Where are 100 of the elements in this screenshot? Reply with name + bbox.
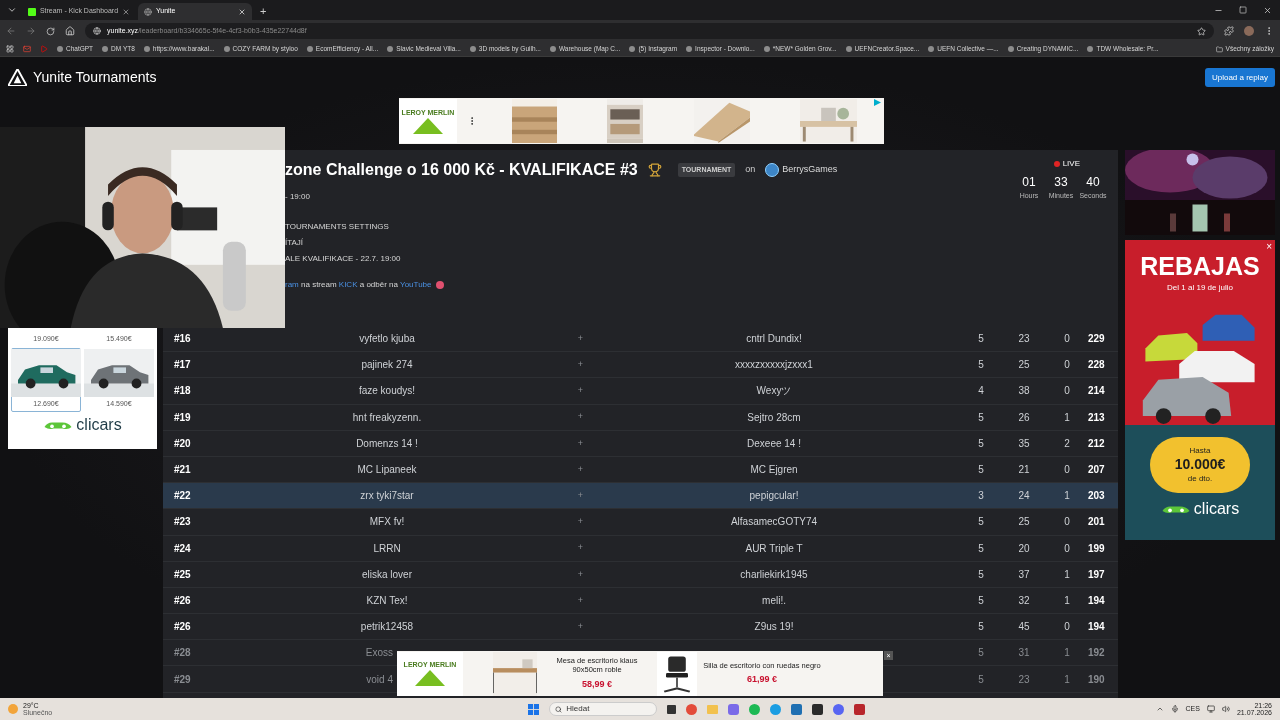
plus-sign: + [577, 384, 584, 398]
browser-icon[interactable] [686, 703, 698, 715]
task-view-icon[interactable] [667, 704, 677, 714]
monitor-icon[interactable] [1206, 705, 1215, 713]
close-icon[interactable] [1263, 5, 1272, 15]
maximize-icon[interactable] [1239, 6, 1247, 14]
close-icon[interactable] [238, 7, 246, 16]
table-cell-text: 0 [1064, 358, 1070, 373]
search-field[interactable]: Hledat [566, 703, 647, 715]
tray-chevron-icon[interactable] [1155, 705, 1164, 713]
text-link[interactable]: YouTube [400, 280, 432, 289]
favicon-icon [629, 46, 636, 52]
upload-button[interactable]: Upload a replay [1204, 68, 1275, 87]
store-icon[interactable] [791, 703, 803, 715]
favicon-icon [143, 46, 150, 52]
microphone-icon[interactable] [1170, 705, 1179, 713]
score-cell-text: 197 [1088, 567, 1106, 582]
player-name: Exoss [365, 646, 393, 661]
player-name: pajinek 274 [361, 358, 413, 373]
table-cell-text: 37 [1018, 567, 1030, 582]
host-name[interactable]: BerrysGames [782, 163, 838, 177]
back-icon[interactable] [6, 26, 16, 36]
close-button[interactable]: × [1266, 242, 1272, 252]
player-name: pepigcular! [749, 489, 799, 504]
table-cell-text: 5 [978, 567, 984, 582]
bookmark-star-icon[interactable] [1197, 26, 1206, 36]
table-cell-text: 25 [1018, 515, 1030, 530]
player-name: petrik12458 [360, 620, 414, 635]
plus-sign: + [577, 436, 584, 450]
brand-name: clicars [76, 417, 122, 433]
close-icon[interactable] [122, 7, 130, 16]
table-cell-text: 1 [1064, 410, 1070, 425]
table-cell-text: 5 [978, 463, 984, 478]
kick-logo-icon [28, 7, 36, 16]
product-price: 58,99 € [582, 677, 612, 691]
site-logo-text: Yunite Tournaments [33, 68, 157, 87]
site-info-icon [93, 27, 101, 35]
favicon-icon [223, 46, 230, 52]
description-line: TOURNAMENTS SETTINGS [285, 221, 390, 233]
plus-sign: + [577, 619, 584, 633]
new-tab-button[interactable]: + [254, 3, 273, 20]
table-cell-text: 5 [978, 410, 984, 425]
player-name: Z9us 19! [754, 620, 794, 635]
table-cell-text: 4 [978, 384, 984, 399]
tab-list-icon[interactable] [7, 5, 17, 15]
chat-app-icon[interactable] [833, 703, 845, 715]
countdown-value: 40 [1086, 174, 1100, 191]
rank-cell-text: #18 [173, 384, 192, 399]
player-name: eliska lover [362, 567, 412, 582]
ad-panel[interactable]: REBAJAS Del 1 al 19 de julio Hasta 10.000€ de dto. clicars × [1125, 240, 1275, 540]
rank-cell-text: #28 [173, 646, 192, 661]
player-name: vyfetlo kjuba [359, 332, 415, 347]
ad-info-icon[interactable] [874, 99, 881, 106]
reload-icon[interactable] [46, 26, 55, 36]
rank-cell-text: #26 [173, 593, 192, 608]
table-cell-text: 5 [978, 620, 984, 635]
extensions-icon[interactable] [1224, 26, 1234, 36]
table-cell-text: 25 [1018, 358, 1030, 373]
table-cell-text: 26 [1018, 410, 1030, 425]
table-cell-text: 45 [1018, 620, 1030, 635]
forward-icon[interactable] [26, 26, 36, 36]
score-cell-text: 203 [1088, 489, 1106, 504]
player-name: AUR Triple T [745, 541, 803, 556]
table-cell-text: 1 [1064, 489, 1070, 504]
home-icon[interactable] [65, 26, 75, 36]
volume-icon[interactable] [1221, 705, 1230, 713]
player-name: cntrl Dundix! [746, 332, 802, 347]
text-link[interactable]: ram [285, 280, 301, 289]
favicon-icon [763, 46, 770, 52]
plus-sign: + [577, 515, 584, 529]
plus-sign: + [577, 488, 584, 502]
app-icon[interactable] [812, 703, 824, 715]
favicon-icon [845, 46, 852, 52]
countdown-value: 33 [1054, 174, 1068, 191]
favicon-icon [549, 46, 556, 52]
apps-icon[interactable] [6, 45, 14, 53]
ad-subtitle: Del 1 al 19 de julio [1167, 282, 1233, 294]
table-cell-text: 2 [1064, 436, 1070, 451]
table-cell-text: 21 [1018, 463, 1030, 478]
score-cell-text: 213 [1088, 410, 1106, 425]
plus-sign: + [577, 567, 584, 581]
text-link[interactable]: KICK [338, 280, 360, 289]
table-cell-text: 5 [978, 358, 984, 373]
offer-text: 10.000€ [1174, 456, 1226, 474]
leaderboard-row[interactable]: #22 zrx tyki7star + pepigcular! 3 24 1 203 [163, 483, 1118, 510]
edge-icon[interactable] [770, 703, 782, 715]
app-icon[interactable] [854, 703, 866, 715]
start-icon[interactable] [528, 703, 540, 715]
table-cell-text: 31 [1018, 646, 1030, 661]
description-line: ALE KVALIFIKACE - 22.7. 19:00 [285, 253, 402, 265]
table-cell-text: 23 [1018, 672, 1030, 687]
favicon-icon [102, 46, 109, 52]
mail-icon[interactable] [23, 45, 31, 53]
player-name: Dexeee 14 ! [747, 436, 801, 451]
player-name: meli!. [762, 593, 786, 608]
table-cell-text: 20 [1018, 541, 1030, 556]
favicon-icon [928, 46, 935, 52]
search-box[interactable]: Hledat [549, 702, 658, 716]
player-name: Domenzs 14 ! [356, 436, 418, 451]
avatar[interactable] [1244, 26, 1254, 36]
